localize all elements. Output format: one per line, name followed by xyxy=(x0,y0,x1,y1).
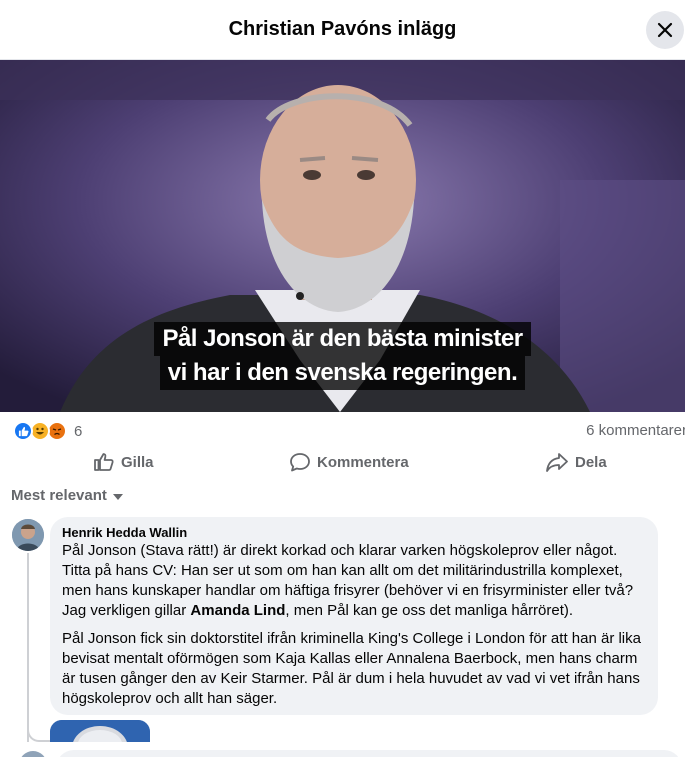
sort-label: Mest relevant xyxy=(11,487,107,504)
write-comment-input[interactable] xyxy=(56,750,682,757)
haha-icon xyxy=(30,421,50,441)
comment-line: högskoleprov och allt han säger. xyxy=(62,690,278,707)
reaction-count: 6 xyxy=(74,422,83,440)
mentioned-name[interactable]: Amanda Lind xyxy=(190,602,285,619)
comment-bubble-icon xyxy=(290,453,310,472)
thumbs-up-icon xyxy=(94,453,114,471)
dialog-title: Christian Pavóns inlägg xyxy=(228,18,457,40)
comment-label: Kommentera xyxy=(317,453,409,471)
comment-line: är tusen gånger den av Keir Starmer. Pål… xyxy=(62,670,640,687)
comment-author-name[interactable]: Henrik Hedda Wallin xyxy=(62,525,646,541)
comment-paragraph-1: Pål Jonson (Stava rätt!) är direkt korka… xyxy=(62,541,646,621)
comment-line: Pål Jonson (Stava rätt!) är direkt korka… xyxy=(62,542,618,559)
reply-thread-line xyxy=(27,553,29,743)
share-icon xyxy=(546,453,568,472)
comment-author-avatar[interactable] xyxy=(12,519,44,551)
avatar-image xyxy=(12,519,44,551)
comment-sort-dropdown[interactable]: Mest relevant xyxy=(11,487,123,504)
comment-line: bevisat mentalt oförmögen som Kaja Kalla… xyxy=(62,650,638,667)
reactions-summary[interactable]: 6 xyxy=(13,421,82,441)
comment-paragraph-2: Pål Jonson fick sin doktorstitel ifrån k… xyxy=(62,629,646,709)
caption-line-1: Pål Jonson är den bästa minister xyxy=(154,322,531,356)
caption-line-2: vi har i den svenska regeringen. xyxy=(159,356,526,390)
comment-line: Titta på hans CV: Han ser ut som om han … xyxy=(62,562,623,579)
close-icon xyxy=(657,22,673,38)
comment-count-link[interactable]: 6 kommentarer xyxy=(586,422,685,439)
like-icon xyxy=(13,421,33,441)
like-button[interactable]: Gilla xyxy=(93,443,154,481)
comment-bubble: Henrik Hedda Wallin Pål Jonson (Stava rä… xyxy=(50,517,658,715)
comment-line: Pål Jonson fick sin doktorstitel ifrån k… xyxy=(62,630,641,647)
post-actions: Gilla Kommentera Dela xyxy=(0,443,685,481)
reply-thread-curve xyxy=(27,718,51,742)
post-video[interactable]: Pål Jonson är den bästa minister vi har … xyxy=(0,60,685,412)
comment-button[interactable]: Kommentera xyxy=(289,443,409,481)
angry-icon xyxy=(47,421,67,441)
comment-line: men hans kunskaper handlar om häftiga fr… xyxy=(62,582,634,599)
share-button[interactable]: Dela xyxy=(545,443,607,481)
chevron-down-icon xyxy=(112,494,123,500)
close-button[interactable] xyxy=(646,11,684,49)
comment-text: , men Pål kan ge oss det manliga hårröre… xyxy=(285,602,574,619)
comment-line: Jag verkligen gillar Amanda Lind, men På… xyxy=(62,601,646,621)
dialog-header: Christian Pavóns inlägg xyxy=(0,0,685,60)
like-label: Gilla xyxy=(121,453,154,471)
comment-text: Jag verkligen gillar xyxy=(62,602,191,619)
share-label: Dela xyxy=(575,453,607,471)
video-caption: Pål Jonson är den bästa minister vi har … xyxy=(0,322,685,390)
